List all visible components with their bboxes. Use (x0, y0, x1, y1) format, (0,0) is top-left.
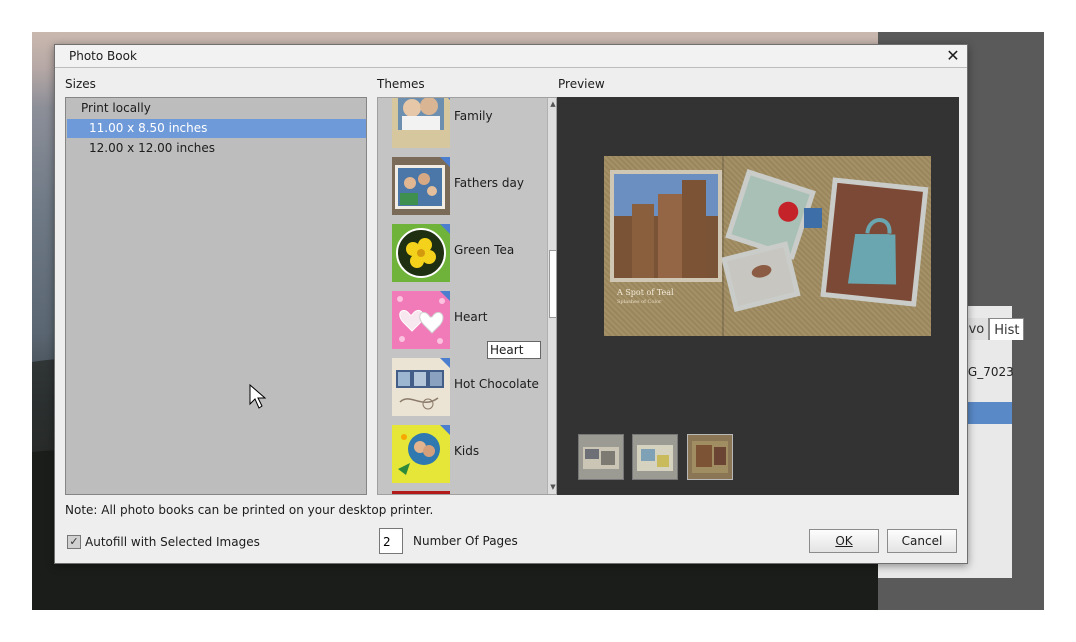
fathers-day-thumb-icon (392, 157, 450, 215)
hot-chocolate-thumb-icon (392, 358, 450, 416)
mouse-cursor-icon (249, 384, 267, 409)
photo-book-dialog: Photo Book ✕ Sizes Themes Preview Print … (54, 44, 968, 564)
theme-hot-chocolate[interactable]: Hot Chocolate (392, 358, 542, 418)
kids-thumb-icon (392, 425, 450, 483)
number-of-pages-input[interactable] (379, 528, 403, 554)
theme-name: Hot Chocolate (454, 377, 539, 391)
themes-scrollbar-thumb[interactable] (549, 250, 556, 318)
theme-name: Kids (454, 444, 480, 458)
preview-subcaption: Splashes of Color (617, 299, 662, 305)
preview-pane: A Spot of Teal Splashes of Color (557, 97, 959, 495)
page-thumbnail-2[interactable] (632, 434, 678, 480)
scroll-up-arrow-icon[interactable]: ▲ (549, 100, 556, 108)
scroll-down-arrow-icon[interactable]: ▼ (549, 483, 556, 491)
themes-list[interactable]: Family Fathers day Green Tea Heart Hot C… (377, 97, 557, 495)
next-theme-thumb-partial (392, 491, 450, 494)
dialog-title: Photo Book (69, 49, 137, 63)
cancel-button[interactable]: Cancel (887, 529, 957, 553)
page-thumbnail-1[interactable] (578, 434, 624, 480)
theme-name: Green Tea (454, 243, 515, 257)
page-thumbnail-3-selected[interactable] (687, 434, 733, 480)
preview-label: Preview (558, 77, 605, 91)
printing-note: Note: All photo books can be printed on … (65, 503, 434, 517)
sizes-group-header: Print locally (81, 101, 151, 115)
theme-name: Family (454, 109, 493, 123)
pink-hearts-thumb-icon (392, 291, 450, 349)
autofill-checkbox[interactable]: ✓ (67, 535, 81, 549)
size-option-11x8.5[interactable]: 11.00 x 8.50 inches (67, 119, 366, 138)
close-icon: ✕ (946, 46, 960, 65)
theme-tooltip: Heart (487, 341, 541, 359)
dialog-titlebar[interactable]: Photo Book ✕ (55, 45, 967, 68)
sizes-label: Sizes (65, 77, 96, 91)
theme-fathers-day[interactable]: Fathers day (392, 157, 542, 217)
sizes-list[interactable]: Print locally 11.00 x 8.50 inches 12.00 … (65, 97, 367, 495)
preview-caption: A Spot of Teal (617, 288, 674, 297)
theme-name: Fathers day (454, 176, 524, 190)
number-of-pages-label: Number Of Pages (413, 534, 518, 548)
spread-photos-illustration (610, 169, 929, 313)
close-button[interactable]: ✕ (943, 46, 963, 66)
theme-name: Heart (454, 310, 488, 324)
photo-book-spread-preview: A Spot of Teal Splashes of Color (604, 156, 931, 336)
yellow-flower-thumb-icon (392, 224, 450, 282)
theme-kids[interactable]: Kids (392, 425, 542, 485)
themes-scrollbar[interactable]: ▲ ▼ (547, 98, 556, 494)
themes-label: Themes (377, 77, 425, 91)
ok-button[interactable]: OK (809, 529, 879, 553)
theme-family[interactable]: Family (392, 98, 542, 150)
size-option-12x12[interactable]: 12.00 x 12.00 inches (67, 139, 366, 158)
autofill-label: Autofill with Selected Images (85, 535, 260, 549)
theme-green-tea[interactable]: Green Tea (392, 224, 542, 284)
background-tab-3[interactable]: Hist (989, 318, 1025, 340)
family-photo-thumb-icon (392, 98, 450, 148)
